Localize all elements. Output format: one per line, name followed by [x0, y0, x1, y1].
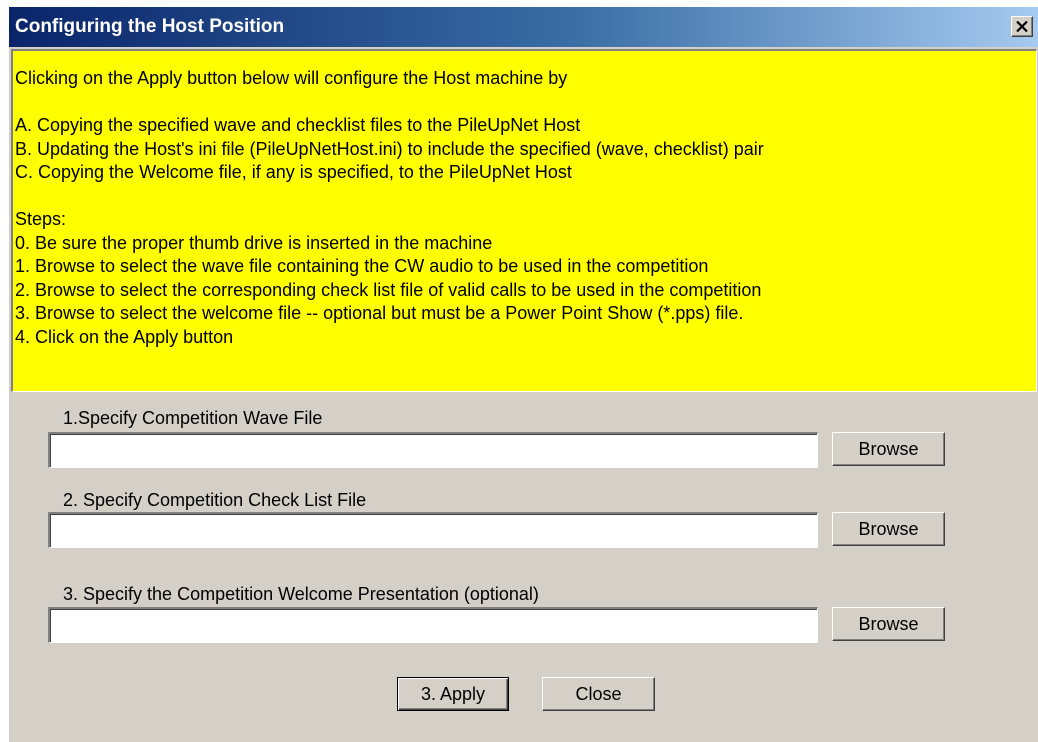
- instruction-line: Clicking on the Apply button below will …: [15, 68, 568, 88]
- title-bar[interactable]: Configuring the Host Position: [9, 7, 1038, 47]
- browse-welcome-button[interactable]: Browse: [832, 607, 945, 641]
- welcome-file-input[interactable]: [48, 607, 818, 643]
- browse-wave-button[interactable]: Browse: [832, 432, 945, 466]
- close-button[interactable]: Close: [542, 677, 655, 711]
- wave-file-label: 1.Specify Competition Wave File: [63, 408, 323, 428]
- instruction-line: 4. Click on the Apply button: [15, 326, 234, 347]
- instruction-line: 2. Browse to select the corresponding ch…: [15, 279, 762, 300]
- browse-checklist-button[interactable]: Browse: [832, 512, 945, 546]
- dialog-title: Configuring the Host Position: [15, 16, 285, 37]
- instruction-line: A. Copying the specified wave and checkl…: [15, 115, 581, 135]
- instruction-line: [15, 185, 1036, 209]
- instructions-panel: Clicking on the Apply button below will …: [11, 49, 1037, 392]
- welcome-file-label: 3. Specify the Competition Welcome Prese…: [63, 584, 539, 604]
- instruction-line: Steps:: [15, 209, 67, 229]
- close-window-button[interactable]: [1011, 16, 1033, 37]
- instruction-line: [15, 91, 1036, 115]
- checklist-file-label: 2. Specify Competition Check List File: [63, 490, 367, 510]
- instruction-line: 3. Browse to select the welcome file -- …: [15, 303, 744, 323]
- wave-file-input[interactable]: [48, 432, 818, 468]
- apply-button[interactable]: 3. Apply: [397, 677, 509, 711]
- configure-host-dialog: Configuring the Host Position Clicking o…: [8, 6, 1038, 742]
- close-icon: [1016, 21, 1028, 32]
- instruction-line: C. Copying the Welcome file, if any is s…: [15, 162, 572, 182]
- checklist-file-input[interactable]: [48, 512, 818, 548]
- instruction-line: 0. Be sure the proper thumb drive is ins…: [15, 232, 493, 253]
- instruction-line: B. Updating the Host's ini file (PileUpN…: [15, 138, 764, 159]
- instruction-line: 1. Browse to select the wave file contai…: [15, 256, 709, 276]
